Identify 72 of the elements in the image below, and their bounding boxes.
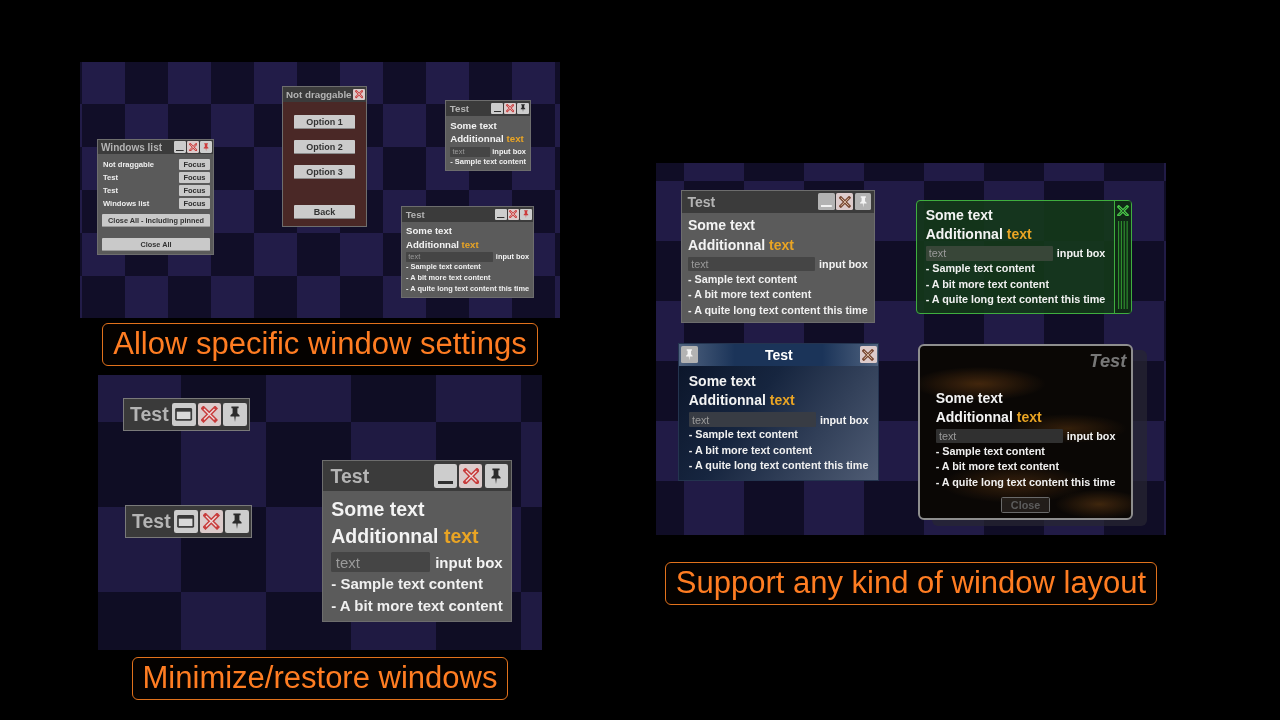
text-line: - A bit more text content	[687, 287, 813, 303]
pin-button[interactable]	[484, 464, 508, 488]
close-icon	[1116, 204, 1129, 217]
input-label: input box	[435, 553, 503, 571]
minimize-button[interactable]	[491, 102, 504, 115]
subheading-text: Additionnal text	[331, 524, 480, 550]
heading-text: Some text	[687, 216, 756, 236]
input-label: input box	[1066, 430, 1116, 443]
window-title: Not draggable	[286, 89, 353, 100]
text-line: - A bit more text content	[331, 595, 503, 616]
pin-button[interactable]	[854, 193, 872, 211]
subheading-text: Additionnal text	[687, 235, 795, 255]
text-line: - Sample text content	[925, 261, 1036, 277]
close-icon	[355, 90, 364, 99]
window-title: Test	[132, 510, 171, 533]
pin-button[interactable]	[223, 402, 247, 427]
option-button[interactable]: Option 3	[294, 165, 355, 179]
heading-text: Some text	[935, 388, 1004, 408]
window-title: Windows list	[101, 141, 164, 153]
minimize-button[interactable]	[495, 208, 507, 221]
caption: Allow specific window settings	[102, 323, 538, 366]
heading-text: Some text	[450, 118, 498, 133]
heading-text: Some text	[925, 205, 994, 225]
text-line: - A quite long text content this time	[925, 292, 1106, 308]
input-label: input box	[819, 257, 868, 270]
input-field[interactable]: text	[935, 429, 1064, 444]
subheading-text: Additionnal text	[688, 391, 796, 411]
input-label: input box	[1056, 247, 1106, 260]
pin-button[interactable]	[681, 346, 698, 364]
restore-button[interactable]	[174, 509, 198, 534]
caption: Support any kind of window layout	[664, 562, 1158, 605]
window-title: Test	[130, 403, 169, 426]
text-line: - A bit more text content	[935, 459, 1061, 475]
subheading-text: Additionnal text	[935, 408, 1043, 428]
window-title: Test	[330, 464, 371, 488]
input-field[interactable]: text	[688, 412, 817, 427]
close-button[interactable]	[353, 88, 365, 101]
subheading-text: Additionnal text	[406, 237, 480, 251]
text-line: - Sample text content	[331, 574, 484, 594]
close-button[interactable]	[1114, 202, 1132, 219]
window-title: Test	[405, 208, 426, 220]
subheading-text: Additionnal text	[450, 132, 525, 146]
input-field[interactable]: text	[331, 552, 430, 573]
input-field[interactable]: text	[687, 256, 816, 272]
heading-text: Some text	[688, 372, 757, 392]
minimize-button[interactable]	[433, 464, 457, 488]
window-title: Test	[687, 193, 717, 210]
text-line: - A bit more text content	[688, 442, 814, 458]
heading-text: Some text	[406, 224, 453, 238]
text-line: - A bit more text content	[925, 276, 1050, 292]
restore-button[interactable]	[172, 402, 196, 427]
minimize-button[interactable]	[174, 141, 187, 154]
text-line: - A quite long text content this time	[935, 475, 1116, 491]
heading-text: Some text	[331, 497, 426, 523]
text-line: - Sample text content	[687, 271, 799, 287]
subheading-text: Additionnal text	[925, 225, 1033, 245]
window-title: Test	[1089, 349, 1127, 374]
input-field[interactable]: text	[925, 246, 1054, 261]
window-title: Test	[449, 103, 471, 114]
option-button[interactable]: Option 1	[294, 115, 355, 129]
window-title: Test	[763, 346, 794, 363]
input-label: input box	[819, 413, 869, 426]
text-line: - Sample text content	[688, 427, 799, 443]
text-line: - A quite long text content this time	[688, 458, 869, 474]
option-button[interactable]: Option 2	[294, 140, 355, 154]
back-button[interactable]: Back	[294, 205, 355, 219]
vertical-lines-icon	[1118, 220, 1128, 310]
caption: Minimize/restore windows	[131, 657, 509, 700]
pin-button[interactable]	[225, 509, 249, 534]
text-line: - A quite long text content this time	[687, 302, 868, 318]
minimize-button[interactable]	[818, 193, 835, 211]
text-line: - Sample text content	[935, 443, 1046, 459]
